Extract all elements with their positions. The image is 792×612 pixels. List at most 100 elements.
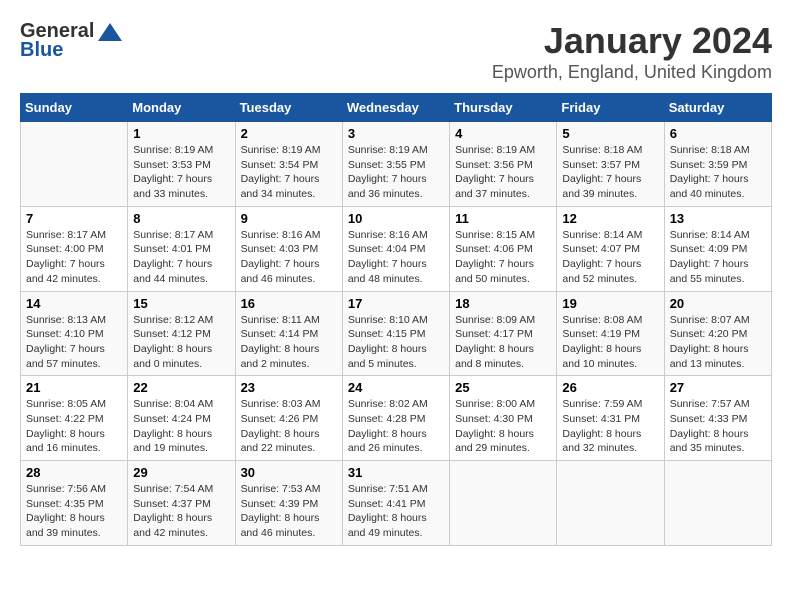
day-info: Sunrise: 8:12 AMSunset: 4:12 PMDaylight:…	[133, 313, 229, 372]
day-number: 12	[562, 211, 658, 226]
day-info: Sunrise: 8:05 AMSunset: 4:22 PMDaylight:…	[26, 397, 122, 456]
calendar-header-row: Sunday Monday Tuesday Wednesday Thursday…	[21, 94, 772, 122]
calendar-cell: 10 Sunrise: 8:16 AMSunset: 4:04 PMDayligh…	[342, 206, 449, 291]
day-info: Sunrise: 8:10 AMSunset: 4:15 PMDaylight:…	[348, 313, 444, 372]
day-number: 10	[348, 211, 444, 226]
calendar-cell: 29 Sunrise: 7:54 AMSunset: 4:37 PMDayligh…	[128, 461, 235, 546]
day-info: Sunrise: 7:53 AMSunset: 4:39 PMDaylight:…	[241, 482, 337, 541]
calendar-cell	[664, 461, 771, 546]
day-number: 4	[455, 126, 551, 141]
calendar-week-row: 28 Sunrise: 7:56 AMSunset: 4:35 PMDayligh…	[21, 461, 772, 546]
calendar-cell	[450, 461, 557, 546]
day-number: 24	[348, 380, 444, 395]
day-number: 22	[133, 380, 229, 395]
day-info: Sunrise: 8:15 AMSunset: 4:06 PMDaylight:…	[455, 228, 551, 287]
day-info: Sunrise: 7:54 AMSunset: 4:37 PMDaylight:…	[133, 482, 229, 541]
day-number: 6	[670, 126, 766, 141]
calendar-cell: 12 Sunrise: 8:14 AMSunset: 4:07 PMDayligh…	[557, 206, 664, 291]
day-info: Sunrise: 8:14 AMSunset: 4:09 PMDaylight:…	[670, 228, 766, 287]
logo: General Blue	[20, 20, 124, 62]
calendar-cell: 18Sunrise: 8:09 AMSunset: 4:17 PMDayligh…	[450, 291, 557, 376]
calendar-cell: 4 Sunrise: 8:19 AMSunset: 3:56 PMDaylight…	[450, 122, 557, 207]
page-header: General Blue January 2024 Epworth, Engla…	[20, 20, 772, 83]
day-number: 21	[26, 380, 122, 395]
calendar-cell: 28 Sunrise: 7:56 AMSunset: 4:35 PMDayligh…	[21, 461, 128, 546]
day-number: 25	[455, 380, 551, 395]
calendar-week-row: 7 Sunrise: 8:17 AMSunset: 4:00 PMDaylight…	[21, 206, 772, 291]
day-number: 23	[241, 380, 337, 395]
header-monday: Monday	[128, 94, 235, 122]
day-number: 9	[241, 211, 337, 226]
day-number: 20	[670, 296, 766, 311]
header-friday: Friday	[557, 94, 664, 122]
day-info: Sunrise: 8:19 AMSunset: 3:55 PMDaylight:…	[348, 143, 444, 202]
day-info: Sunrise: 8:04 AMSunset: 4:24 PMDaylight:…	[133, 397, 229, 456]
day-number: 5	[562, 126, 658, 141]
calendar-week-row: 14Sunrise: 8:13 AMSunset: 4:10 PMDayligh…	[21, 291, 772, 376]
calendar-title: January 2024	[492, 20, 772, 62]
day-info: Sunrise: 8:17 AMSunset: 4:00 PMDaylight:…	[26, 228, 122, 287]
day-info: Sunrise: 8:00 AMSunset: 4:30 PMDaylight:…	[455, 397, 551, 456]
calendar-cell: 27Sunrise: 7:57 AMSunset: 4:33 PMDayligh…	[664, 376, 771, 461]
day-number: 13	[670, 211, 766, 226]
calendar-cell: 7 Sunrise: 8:17 AMSunset: 4:00 PMDaylight…	[21, 206, 128, 291]
calendar-cell: 25 Sunrise: 8:00 AMSunset: 4:30 PMDayligh…	[450, 376, 557, 461]
day-number: 15	[133, 296, 229, 311]
day-number: 31	[348, 465, 444, 480]
day-info: Sunrise: 8:11 AMSunset: 4:14 PMDaylight:…	[241, 313, 337, 372]
day-info: Sunrise: 7:57 AMSunset: 4:33 PMDaylight:…	[670, 397, 766, 456]
day-number: 28	[26, 465, 122, 480]
calendar-cell	[557, 461, 664, 546]
calendar-cell: 15 Sunrise: 8:12 AMSunset: 4:12 PMDayligh…	[128, 291, 235, 376]
day-info: Sunrise: 8:08 AMSunset: 4:19 PMDaylight:…	[562, 313, 658, 372]
calendar-cell: 21 Sunrise: 8:05 AMSunset: 4:22 PMDayligh…	[21, 376, 128, 461]
calendar-cell: 20Sunrise: 8:07 AMSunset: 4:20 PMDayligh…	[664, 291, 771, 376]
calendar-cell: 16 Sunrise: 8:11 AMSunset: 4:14 PMDayligh…	[235, 291, 342, 376]
day-number: 16	[241, 296, 337, 311]
calendar-cell: 6Sunrise: 8:18 AMSunset: 3:59 PMDaylight…	[664, 122, 771, 207]
calendar-cell: 19 Sunrise: 8:08 AMSunset: 4:19 PMDayligh…	[557, 291, 664, 376]
day-number: 7	[26, 211, 122, 226]
day-info: Sunrise: 8:03 AMSunset: 4:26 PMDaylight:…	[241, 397, 337, 456]
calendar-cell: 23 Sunrise: 8:03 AMSunset: 4:26 PMDayligh…	[235, 376, 342, 461]
calendar-cell: 30Sunrise: 7:53 AMSunset: 4:39 PMDayligh…	[235, 461, 342, 546]
calendar-cell: 31 Sunrise: 7:51 AMSunset: 4:41 PMDayligh…	[342, 461, 449, 546]
calendar-week-row: 21 Sunrise: 8:05 AMSunset: 4:22 PMDayligh…	[21, 376, 772, 461]
day-info: Sunrise: 8:17 AMSunset: 4:01 PMDaylight:…	[133, 228, 229, 287]
logo-icon	[96, 21, 124, 43]
day-info: Sunrise: 8:18 AMSunset: 3:57 PMDaylight:…	[562, 143, 658, 202]
day-info: Sunrise: 7:51 AMSunset: 4:41 PMDaylight:…	[348, 482, 444, 541]
calendar-cell: 24 Sunrise: 8:02 AMSunset: 4:28 PMDayligh…	[342, 376, 449, 461]
calendar-cell: 13 Sunrise: 8:14 AMSunset: 4:09 PMDayligh…	[664, 206, 771, 291]
day-number: 26	[562, 380, 658, 395]
calendar-week-row: 1Sunrise: 8:19 AMSunset: 3:53 PMDaylight…	[21, 122, 772, 207]
calendar-cell: 14Sunrise: 8:13 AMSunset: 4:10 PMDayligh…	[21, 291, 128, 376]
day-info: Sunrise: 8:19 AMSunset: 3:54 PMDaylight:…	[241, 143, 337, 202]
day-info: Sunrise: 8:16 AMSunset: 4:03 PMDaylight:…	[241, 228, 337, 287]
day-number: 19	[562, 296, 658, 311]
header-saturday: Saturday	[664, 94, 771, 122]
calendar-cell: 1Sunrise: 8:19 AMSunset: 3:53 PMDaylight…	[128, 122, 235, 207]
calendar-cell: 26Sunrise: 7:59 AMSunset: 4:31 PMDayligh…	[557, 376, 664, 461]
day-info: Sunrise: 8:19 AMSunset: 3:56 PMDaylight:…	[455, 143, 551, 202]
day-info: Sunrise: 7:56 AMSunset: 4:35 PMDaylight:…	[26, 482, 122, 541]
calendar-cell: 17 Sunrise: 8:10 AMSunset: 4:15 PMDayligh…	[342, 291, 449, 376]
day-info: Sunrise: 8:02 AMSunset: 4:28 PMDaylight:…	[348, 397, 444, 456]
day-number: 18	[455, 296, 551, 311]
title-section: January 2024 Epworth, England, United Ki…	[492, 20, 772, 83]
day-number: 14	[26, 296, 122, 311]
calendar-cell: 2 Sunrise: 8:19 AMSunset: 3:54 PMDaylight…	[235, 122, 342, 207]
calendar-cell	[21, 122, 128, 207]
day-info: Sunrise: 8:16 AMSunset: 4:04 PMDaylight:…	[348, 228, 444, 287]
day-number: 2	[241, 126, 337, 141]
day-number: 17	[348, 296, 444, 311]
calendar-cell: 11Sunrise: 8:15 AMSunset: 4:06 PMDayligh…	[450, 206, 557, 291]
header-thursday: Thursday	[450, 94, 557, 122]
header-wednesday: Wednesday	[342, 94, 449, 122]
day-number: 29	[133, 465, 229, 480]
header-sunday: Sunday	[21, 94, 128, 122]
calendar-table: Sunday Monday Tuesday Wednesday Thursday…	[20, 93, 772, 546]
day-number: 1	[133, 126, 229, 141]
calendar-cell: 5 Sunrise: 8:18 AMSunset: 3:57 PMDaylight…	[557, 122, 664, 207]
day-info: Sunrise: 8:14 AMSunset: 4:07 PMDaylight:…	[562, 228, 658, 287]
